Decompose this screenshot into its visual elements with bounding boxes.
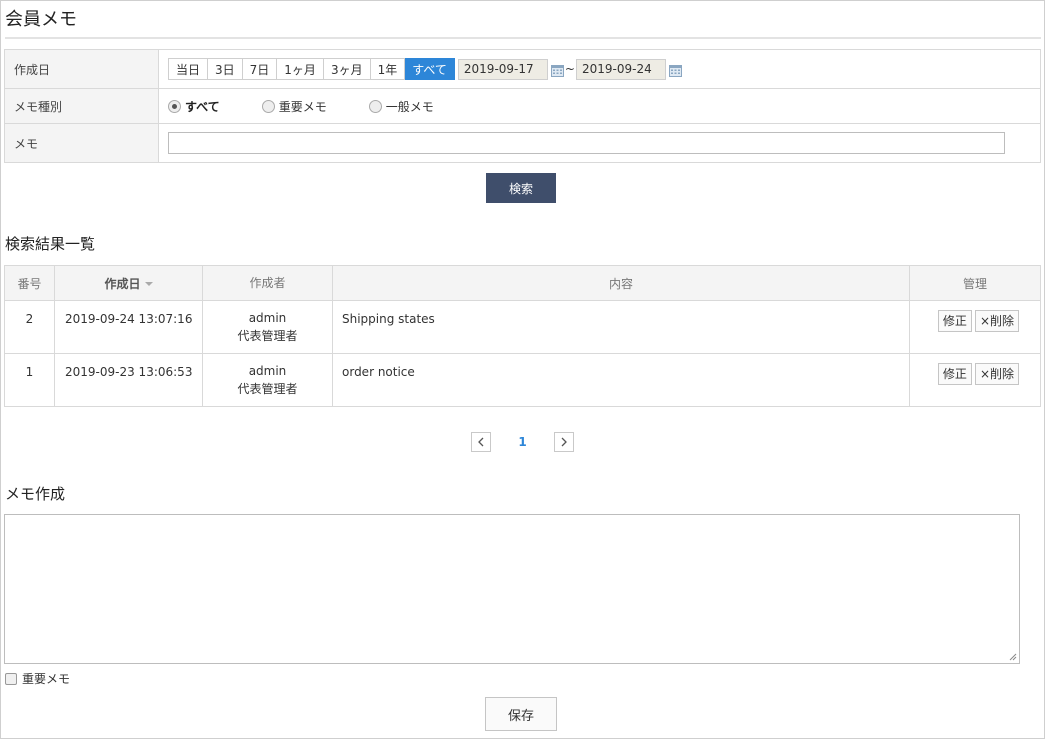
delete-button[interactable]: ×削除 [974, 310, 1019, 332]
calendar-icon[interactable] [550, 65, 564, 77]
table-row: 2 2019-09-24 13:07:16 admin 代表管理者 Shippi… [4, 300, 1041, 354]
col-manage: 管理 [909, 265, 1041, 301]
author-name: admin [248, 364, 287, 378]
prev-page-button[interactable] [471, 432, 491, 452]
row-date: 2019-09-24 13:07:16 [54, 300, 203, 354]
col-date-label: 作成日 [104, 276, 141, 291]
results-table: 番号 作成日 作成者 内容 管理 2 2019-09-24 13:07:16 a… [4, 265, 1041, 407]
row-manage: 修正 ×削除 [909, 353, 1041, 407]
date-row: 作成日 当日 3日 7日 1ヶ月 3ヶ月 1年 すべて 2019-09-17 ~… [5, 50, 1040, 89]
row-number: 1 [4, 353, 55, 407]
radio-icon [261, 99, 275, 113]
period-7days-button[interactable]: 7日 [242, 58, 278, 80]
search-form: 作成日 当日 3日 7日 1ヶ月 3ヶ月 1年 すべて 2019-09-17 ~… [4, 49, 1041, 163]
date-from-input[interactable]: 2019-09-17 [457, 58, 548, 80]
memo-label: メモ [5, 124, 159, 162]
col-content: 内容 [332, 265, 910, 301]
col-number: 番号 [4, 265, 55, 301]
type-general-radio[interactable]: 一般メモ [368, 98, 434, 115]
calendar-icon[interactable] [668, 65, 682, 77]
resize-grip-icon[interactable] [1009, 653, 1017, 661]
period-today-button[interactable]: 当日 [168, 58, 209, 80]
type-label: メモ種別 [5, 89, 159, 123]
edit-button[interactable]: 修正 [937, 310, 972, 332]
memo-row: メモ [5, 124, 1040, 162]
type-row: メモ種別 すべて 重要メモ 一般メモ [5, 89, 1040, 124]
row-date: 2019-09-23 13:06:53 [54, 353, 203, 407]
row-author: admin 代表管理者 [202, 353, 333, 407]
important-label: 重要メモ [22, 672, 71, 686]
date-to-input[interactable]: 2019-09-24 [575, 58, 666, 80]
page-title: 会員メモ [5, 9, 77, 30]
radio-icon [368, 99, 382, 113]
results-header-row: 番号 作成日 作成者 内容 管理 [4, 265, 1041, 301]
title-divider [5, 37, 1041, 39]
row-number: 2 [4, 300, 55, 354]
author-name: admin [248, 311, 287, 325]
checkbox-icon [5, 672, 17, 685]
row-content: order notice [332, 353, 910, 407]
search-button[interactable]: 検索 [486, 173, 556, 203]
col-author: 作成者 [202, 265, 333, 301]
author-role: 代表管理者 [237, 329, 298, 343]
table-row: 1 2019-09-23 13:06:53 admin 代表管理者 order … [4, 353, 1041, 407]
chevron-right-icon [561, 437, 567, 447]
type-important-label: 重要メモ [278, 99, 327, 114]
next-page-button[interactable] [554, 432, 574, 452]
period-buttons: 当日 3日 7日 1ヶ月 3ヶ月 1年 すべて [168, 58, 455, 80]
memo-field-wrap [159, 124, 1040, 162]
radio-icon [168, 99, 181, 113]
edit-button[interactable]: 修正 [937, 363, 972, 385]
save-button[interactable]: 保存 [485, 697, 557, 731]
row-manage: 修正 ×削除 [909, 300, 1041, 354]
sort-down-icon [144, 282, 153, 286]
author-role: 代表管理者 [237, 382, 298, 396]
compose-title: メモ作成 [5, 485, 66, 503]
period-all-button[interactable]: すべて [405, 58, 455, 80]
chevron-left-icon [478, 437, 484, 447]
memo-textarea[interactable] [4, 514, 1020, 664]
pagination: 1 [471, 432, 574, 452]
date-range-separator: ~ [564, 62, 575, 76]
memo-search-input[interactable] [168, 132, 1005, 154]
date-label: 作成日 [5, 50, 159, 88]
row-author: admin 代表管理者 [202, 300, 333, 354]
type-options: すべて 重要メモ 一般メモ [159, 89, 1040, 123]
period-3days-button[interactable]: 3日 [208, 58, 243, 80]
type-all-label: すべて [185, 99, 220, 114]
type-general-label: 一般メモ [385, 99, 434, 114]
important-checkbox[interactable]: 重要メモ [5, 670, 70, 687]
date-controls: 当日 3日 7日 1ヶ月 3ヶ月 1年 すべて 2019-09-17 ~ 201… [159, 50, 1040, 88]
row-content: Shipping states [332, 300, 910, 354]
results-title: 検索結果一覧 [5, 235, 96, 253]
page-number[interactable]: 1 [491, 435, 554, 449]
col-date[interactable]: 作成日 [54, 265, 203, 301]
period-1month-button[interactable]: 1ヶ月 [277, 58, 324, 80]
period-3months-button[interactable]: 3ヶ月 [323, 58, 371, 80]
delete-button[interactable]: ×削除 [974, 363, 1019, 385]
type-important-radio[interactable]: 重要メモ [261, 98, 327, 115]
type-all-radio[interactable]: すべて [168, 98, 220, 115]
period-1year-button[interactable]: 1年 [370, 58, 406, 80]
